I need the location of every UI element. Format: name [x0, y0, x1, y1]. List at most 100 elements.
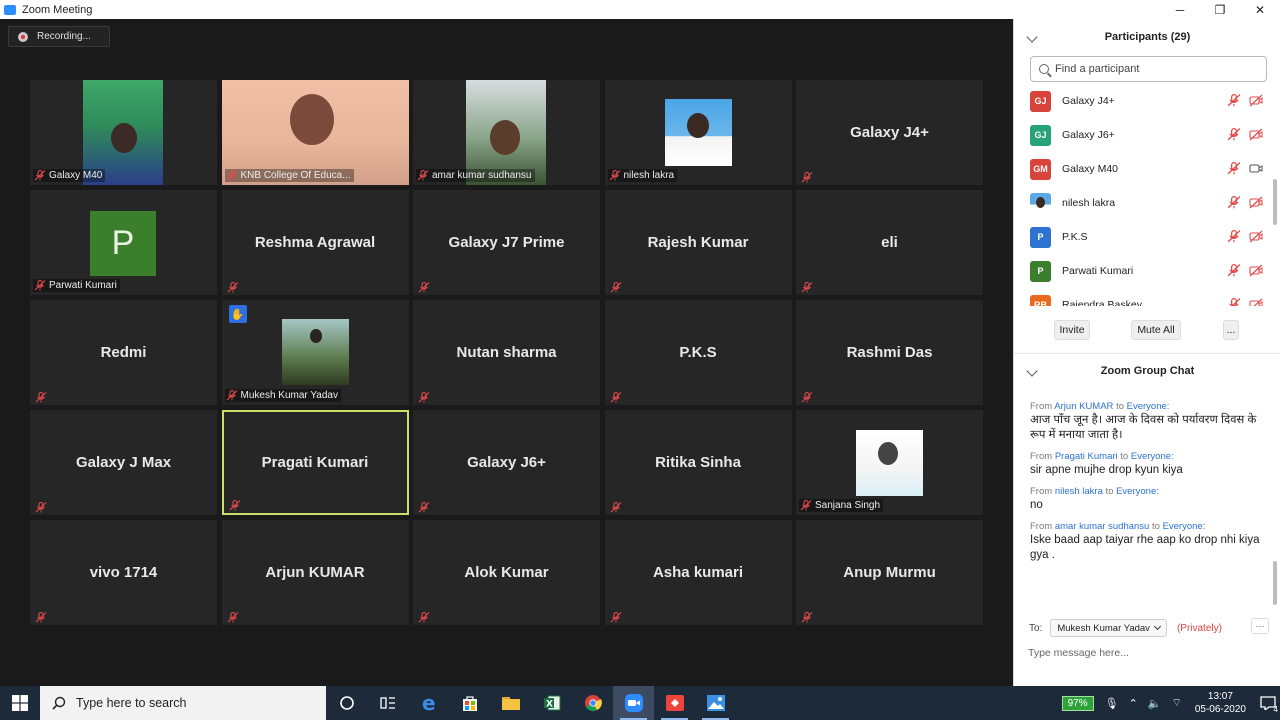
participant-display-name: Nutan sharma	[456, 344, 557, 361]
video-tile[interactable]: P.K.S	[604, 300, 792, 405]
video-tile[interactable]: Ritika Sinha	[604, 410, 792, 515]
system-clock[interactable]: 13:07 05-06-2020	[1195, 690, 1246, 716]
video-tile[interactable]: Anup Murmu	[796, 520, 983, 625]
close-button[interactable]: ✕	[1240, 0, 1280, 19]
muted-mic-icon	[801, 390, 813, 403]
video-tile[interactable]: Galaxy J4+	[796, 80, 983, 185]
message-sender[interactable]: Pragati Kumari	[1055, 451, 1118, 462]
video-tile[interactable]: Arjun KUMAR	[221, 520, 409, 625]
minimize-button[interactable]: ─	[1160, 0, 1200, 19]
participant-display-name: P.K.S	[679, 344, 717, 361]
participants-more-button[interactable]: ...	[1223, 320, 1239, 340]
taskbar-search-box[interactable]: Type here to search	[40, 686, 326, 720]
chat-header[interactable]: Zoom Group Chat	[1014, 359, 1280, 383]
message-recipient[interactable]: Everyone:	[1127, 401, 1170, 412]
start-button[interactable]	[0, 686, 40, 720]
invite-button[interactable]: Invite	[1054, 320, 1090, 340]
video-tile[interactable]: eli	[796, 190, 983, 295]
video-camera-icon[interactable]	[1249, 162, 1263, 180]
participant-search-box[interactable]: Find a participant	[1030, 56, 1267, 82]
store-button[interactable]	[449, 686, 490, 720]
chat-scrollbar[interactable]	[1273, 561, 1277, 605]
video-tile[interactable]: Nutan sharma	[413, 300, 600, 405]
muted-mic-icon	[34, 169, 46, 181]
chat-message-input[interactable]	[1028, 644, 1268, 662]
video-tile[interactable]: Rajesh Kumar	[604, 190, 792, 295]
video-tile[interactable]: ✋ Mukesh Kumar Yadav	[221, 300, 409, 405]
participant-row[interactable]: nilesh lakra	[1014, 186, 1269, 220]
participant-search-placeholder[interactable]: Find a participant	[1055, 63, 1139, 75]
task-view-button[interactable]	[367, 686, 408, 720]
taskbar-search-placeholder[interactable]: Type here to search	[76, 696, 186, 710]
participant-row[interactable]: P Parwati Kumari	[1014, 254, 1269, 288]
participant-display-name: Galaxy J Max	[75, 454, 172, 471]
video-tile[interactable]: nilesh lakra	[604, 80, 792, 185]
file-explorer-button[interactable]	[490, 686, 531, 720]
anydesk-button[interactable]	[654, 686, 695, 720]
participant-scrollbar[interactable]	[1273, 179, 1277, 225]
notification-center-button[interactable]: 4	[1256, 686, 1280, 720]
video-tile[interactable]: amar kumar sudhansu	[413, 80, 600, 185]
battery-indicator[interactable]: 97%	[1061, 695, 1094, 711]
video-tile[interactable]: Alok Kumar	[413, 520, 600, 625]
mute-all-button[interactable]: Mute All	[1131, 320, 1181, 340]
participant-row[interactable]: GM Galaxy M40	[1014, 152, 1269, 186]
wifi-icon[interactable]: ⌔	[1172, 696, 1182, 710]
participant-display-name: Galaxy J4+	[850, 124, 929, 141]
photos-button[interactable]	[695, 686, 736, 720]
muted-mic-icon[interactable]	[1227, 264, 1241, 282]
muted-mic-icon[interactable]	[1227, 162, 1241, 180]
edge-browser-button[interactable]: e	[408, 686, 449, 720]
video-off-icon[interactable]	[1249, 94, 1263, 112]
excel-button[interactable]: X	[531, 686, 572, 720]
message-sender[interactable]: amar kumar sudhansu	[1055, 521, 1150, 532]
chat-more-button[interactable]: ···	[1251, 618, 1269, 634]
participant-row[interactable]: RB Rajendra Baskey	[1014, 288, 1269, 306]
video-tile[interactable]: P Parwati Kumari	[30, 190, 217, 295]
cortana-button[interactable]	[326, 686, 367, 720]
muted-mic-icon[interactable]	[1227, 298, 1241, 306]
muted-mic-icon[interactable]	[1227, 94, 1241, 112]
chevron-down-icon[interactable]	[1026, 31, 1038, 43]
chevron-down-icon[interactable]	[1026, 365, 1038, 377]
video-tile[interactable]: Galaxy M40	[30, 80, 217, 185]
video-tile[interactable]: Rashmi Das	[796, 300, 983, 405]
video-tile[interactable]: Reshma Agrawal	[221, 190, 409, 295]
chevron-up-icon[interactable]: ⌃	[1129, 697, 1138, 710]
video-off-icon[interactable]	[1249, 264, 1263, 282]
muted-mic-icon[interactable]	[1227, 196, 1241, 214]
participant-row[interactable]: GJ Galaxy J6+	[1014, 118, 1269, 152]
maximize-button[interactable]: ❐	[1200, 0, 1240, 19]
video-tile[interactable]: Galaxy J Max	[30, 410, 217, 515]
clock-time: 13:07	[1207, 691, 1233, 702]
message-recipient[interactable]: Everyone:	[1116, 486, 1159, 497]
microphone-icon[interactable]: 🎙	[1105, 697, 1119, 710]
video-off-icon[interactable]	[1249, 128, 1263, 146]
video-off-icon[interactable]	[1249, 230, 1263, 248]
video-tile[interactable]: Sanjana Singh	[796, 410, 983, 515]
video-tile[interactable]: Galaxy J7 Prime	[413, 190, 600, 295]
participant-row[interactable]: P P.K.S	[1014, 220, 1269, 254]
from-word: From	[1030, 521, 1053, 532]
message-sender[interactable]: Arjun KUMAR	[1054, 401, 1113, 412]
recording-indicator[interactable]: Recording...	[8, 26, 110, 47]
video-tile[interactable]: KNB College Of Educa...	[221, 80, 409, 185]
video-off-icon[interactable]	[1249, 196, 1263, 214]
volume-icon[interactable]: 🔈	[1148, 697, 1162, 710]
message-sender[interactable]: nilesh lakra	[1055, 486, 1103, 497]
message-recipient[interactable]: Everyone:	[1163, 521, 1206, 532]
video-off-icon[interactable]	[1249, 298, 1263, 306]
participant-row[interactable]: GJ Galaxy J4+	[1014, 84, 1269, 118]
chrome-button[interactable]	[572, 686, 613, 720]
video-tile[interactable]: Redmi	[30, 300, 217, 405]
video-tile[interactable]: Asha kumari	[604, 520, 792, 625]
recipient-dropdown[interactable]: Mukesh Kumar Yadav	[1050, 619, 1167, 637]
message-recipient[interactable]: Everyone:	[1131, 451, 1174, 462]
muted-mic-icon[interactable]	[1227, 128, 1241, 146]
participants-header[interactable]: Participants (29)	[1014, 19, 1280, 55]
zoom-taskbar-button[interactable]	[613, 686, 654, 720]
video-tile[interactable]: Pragati Kumari	[221, 410, 409, 515]
video-tile[interactable]: Galaxy J6+	[413, 410, 600, 515]
video-tile[interactable]: vivo 1714	[30, 520, 217, 625]
muted-mic-icon[interactable]	[1227, 230, 1241, 248]
